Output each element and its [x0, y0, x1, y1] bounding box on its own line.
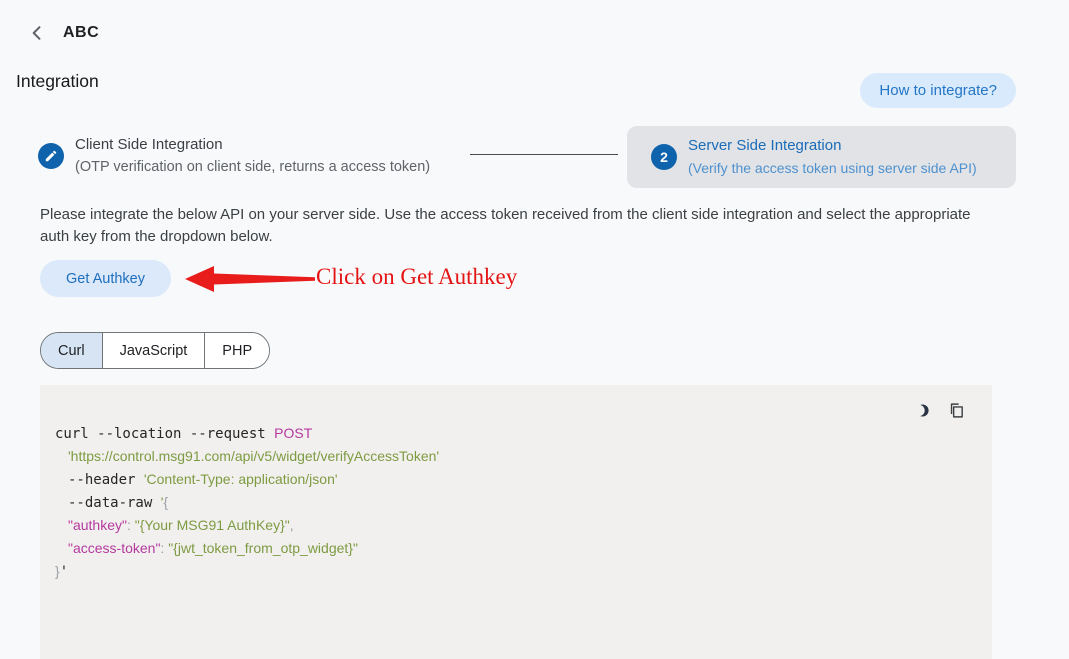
instructions-text: Please integrate the below API on your s… — [40, 206, 971, 245]
client-step-text: Client Side Integration (OTP verificatio… — [75, 134, 430, 178]
client-step-title: Client Side Integration — [75, 136, 223, 153]
red-arrow-icon — [185, 266, 315, 292]
code-token: { — [163, 494, 169, 510]
code-token: 'Content-Type: application/json' — [143, 471, 338, 487]
back-chevron-icon[interactable] — [26, 22, 48, 44]
code-line: 'https://control.msg91.com/api/v5/widget… — [55, 445, 980, 468]
server-step-subtitle: (Verify the access token using server si… — [688, 160, 977, 176]
code-line: --header 'Content-Type: application/json… — [55, 468, 980, 491]
code-line: "access-token": "{jwt_token_from_otp_wid… — [55, 537, 980, 560]
header-bar: ABC — [26, 22, 99, 44]
step-2-number: 2 — [660, 149, 668, 165]
code-line: --data-raw '{ — [55, 491, 980, 514]
client-side-step: Client Side Integration (OTP verificatio… — [38, 134, 430, 178]
code-toolbar — [911, 400, 966, 420]
code-token: POST — [274, 425, 313, 441]
code-token: ' — [59, 564, 69, 580]
code-content: curl --location --request POST 'https://c… — [55, 422, 980, 583]
code-token: "access-token" — [68, 540, 161, 556]
code-token: , — [289, 517, 294, 533]
code-line: "authkey": "{Your MSG91 AuthKey}", — [55, 514, 980, 537]
code-token: "authkey" — [68, 517, 127, 533]
tab-curl[interactable]: Curl — [41, 333, 103, 368]
server-step-text: Server Side Integration (Verify the acce… — [688, 135, 977, 179]
how-to-integrate-button[interactable]: How to integrate? — [860, 73, 1016, 108]
get-authkey-button[interactable]: Get Authkey — [40, 260, 171, 297]
code-token: "{Your MSG91 AuthKey}" — [134, 517, 290, 533]
code-token: curl --location --request — [55, 426, 275, 442]
server-step-title: Server Side Integration — [688, 137, 842, 154]
app-title: ABC — [63, 24, 100, 41]
code-token: : — [126, 517, 135, 533]
page-title: Integration — [16, 71, 99, 91]
code-block: curl --location --request POST 'https://c… — [40, 385, 992, 659]
client-step-subtitle: (OTP verification on client side, return… — [75, 159, 431, 175]
copy-icon[interactable] — [946, 400, 966, 420]
code-token: 'https://control.msg91.com/api/v5/widget… — [68, 448, 440, 464]
dark-mode-moon-icon[interactable] — [911, 400, 931, 420]
tab-php[interactable]: PHP — [205, 333, 270, 368]
pencil-icon — [38, 143, 64, 169]
language-tabs: Curl JavaScript PHP — [40, 332, 271, 369]
code-line: curl --location --request POST — [55, 422, 980, 445]
step-connector-line — [470, 154, 618, 155]
code-line: }' — [55, 560, 980, 583]
code-token: --header — [68, 472, 144, 488]
code-token: --data-raw — [68, 495, 161, 511]
server-side-step[interactable]: 2 Server Side Integration (Verify the ac… — [627, 126, 1016, 188]
step-2-badge: 2 — [651, 144, 677, 170]
code-token: "{jwt_token_from_otp_widget}" — [168, 540, 358, 556]
tab-javascript[interactable]: JavaScript — [102, 333, 206, 368]
annotation-text: Click on Get Authkey — [316, 264, 518, 289]
